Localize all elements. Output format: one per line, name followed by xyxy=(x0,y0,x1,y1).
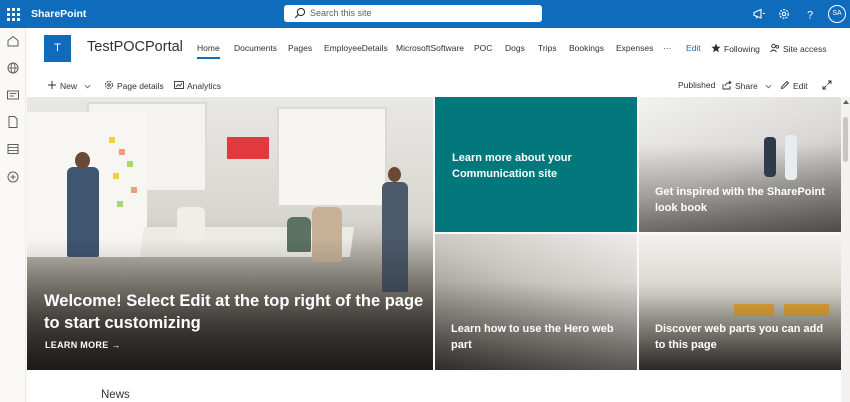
learn-more-label: LEARN MORE xyxy=(45,340,109,350)
nav-item-poc[interactable]: POC xyxy=(474,43,492,53)
person-head xyxy=(75,152,90,169)
page-details-button[interactable]: Page details xyxy=(104,80,164,91)
megaphone-icon[interactable] xyxy=(752,7,766,21)
nav-item-pages[interactable]: Pages xyxy=(288,43,312,53)
page-details-label: Page details xyxy=(117,81,164,91)
plus-icon xyxy=(48,81,56,89)
chevron-down-icon xyxy=(765,84,772,89)
office-window xyxy=(277,107,387,207)
pencil-icon xyxy=(780,80,790,90)
nav-item-trips[interactable]: Trips xyxy=(538,43,557,53)
sticky-note xyxy=(119,149,125,155)
analytics-icon xyxy=(174,81,184,89)
analytics-label: Analytics xyxy=(187,81,222,91)
gear-icon[interactable] xyxy=(777,7,791,21)
search-input[interactable]: Search this site xyxy=(310,8,372,18)
left-app-bar xyxy=(0,28,26,402)
list-icon[interactable] xyxy=(6,142,20,156)
expand-icon[interactable] xyxy=(822,80,832,90)
hero-main-caption[interactable]: Welcome! Select Edit at the top right of… xyxy=(44,290,424,334)
sticky-note xyxy=(131,187,137,193)
site-access-label: Site access xyxy=(783,44,827,54)
publish-status: Published xyxy=(678,80,716,90)
person-head xyxy=(388,167,401,182)
nav-item-expenses[interactable]: Expenses xyxy=(616,43,653,53)
globe-icon[interactable] xyxy=(6,61,20,75)
arrow-right-icon: → xyxy=(111,340,121,350)
help-icon[interactable]: ? xyxy=(803,7,817,22)
scroll-up-icon[interactable] xyxy=(843,100,849,104)
share-label: Share xyxy=(735,81,758,91)
person-figure xyxy=(785,135,797,180)
site-logo[interactable]: T xyxy=(44,35,71,62)
hero-tile-caption: Learn more about your Communication site xyxy=(452,152,572,180)
sticky-note xyxy=(117,201,123,207)
hero-tile-caption: Discover web parts you can add to this p… xyxy=(655,323,824,351)
hero-tile-communication-site[interactable]: Learn more about your Communication site xyxy=(435,97,637,232)
nav-item-documents[interactable]: Documents xyxy=(234,43,277,53)
home-icon[interactable] xyxy=(6,34,20,48)
nav-item-microsoftsoftware[interactable]: MicrosoftSoftware xyxy=(396,43,464,53)
edit-page-button[interactable]: Edit xyxy=(780,80,808,91)
learn-more-link[interactable]: LEARN MORE → xyxy=(45,340,121,350)
site-header: T TestPOCPortal Home Documents Pages Emp… xyxy=(27,28,850,73)
new-label: New xyxy=(60,81,78,91)
hero-tile-caption: Learn how to use the Hero web part xyxy=(451,323,614,351)
gear-icon xyxy=(105,81,113,89)
news-icon[interactable] xyxy=(6,88,20,102)
site-access-button[interactable]: Site access xyxy=(770,43,826,54)
nav-item-home[interactable]: Home xyxy=(197,43,220,59)
people-icon xyxy=(770,43,780,53)
sticky-note xyxy=(109,137,115,143)
sticky-note xyxy=(113,173,119,179)
nav-item-bookings[interactable]: Bookings xyxy=(569,43,604,53)
search-icon xyxy=(294,7,306,19)
page-scrollbar[interactable] xyxy=(841,97,850,402)
nav-item-dogs[interactable]: Dogs xyxy=(505,43,525,53)
share-button[interactable]: Share xyxy=(722,80,775,91)
site-title[interactable]: TestPOCPortal xyxy=(87,39,183,55)
news-heading: News xyxy=(101,389,130,401)
avatar[interactable]: SA xyxy=(828,5,846,23)
hero-tile-web-parts[interactable]: Discover web parts you can add to this p… xyxy=(639,234,841,370)
new-button[interactable]: New xyxy=(47,80,94,91)
search-box[interactable]: Search this site xyxy=(284,5,542,22)
command-bar: New Page details Analytics Published Sha… xyxy=(27,73,850,97)
app-name[interactable]: SharePoint xyxy=(31,8,86,20)
suite-bar: SharePoint Search this site ? SA xyxy=(0,0,850,28)
star-icon xyxy=(711,43,721,53)
scrollbar-thumb[interactable] xyxy=(843,117,848,162)
hero-tile-look-book[interactable]: Get inspired with the SharePoint look bo… xyxy=(639,97,841,232)
chevron-down-icon xyxy=(84,84,91,89)
add-circle-icon[interactable] xyxy=(6,170,20,184)
document-icon[interactable] xyxy=(6,115,20,129)
hero-tile-caption: Get inspired with the SharePoint look bo… xyxy=(655,186,825,214)
hero-main-tile[interactable]: Welcome! Select Edit at the top right of… xyxy=(27,97,433,370)
app-launcher-icon[interactable] xyxy=(0,0,27,28)
edit-page-label: Edit xyxy=(793,81,808,91)
person-figure xyxy=(764,137,776,177)
hero-tile-hero-web-part[interactable]: Learn how to use the Hero web part xyxy=(435,234,637,370)
hero-web-part: Welcome! Select Edit at the top right of… xyxy=(27,97,841,370)
red-lamp xyxy=(227,137,269,159)
news-section: News xyxy=(27,370,841,402)
nav-edit-link[interactable]: Edit xyxy=(686,43,701,53)
nav-item-employeedetails[interactable]: EmployeeDetails xyxy=(324,43,388,53)
share-icon xyxy=(722,80,732,90)
sticky-note xyxy=(127,161,133,167)
svg-text:?: ? xyxy=(807,10,813,22)
analytics-button[interactable]: Analytics xyxy=(174,80,221,91)
follow-button[interactable]: Following xyxy=(711,43,760,54)
nav-overflow-button[interactable]: ··· xyxy=(663,43,672,53)
follow-label: Following xyxy=(724,44,760,54)
